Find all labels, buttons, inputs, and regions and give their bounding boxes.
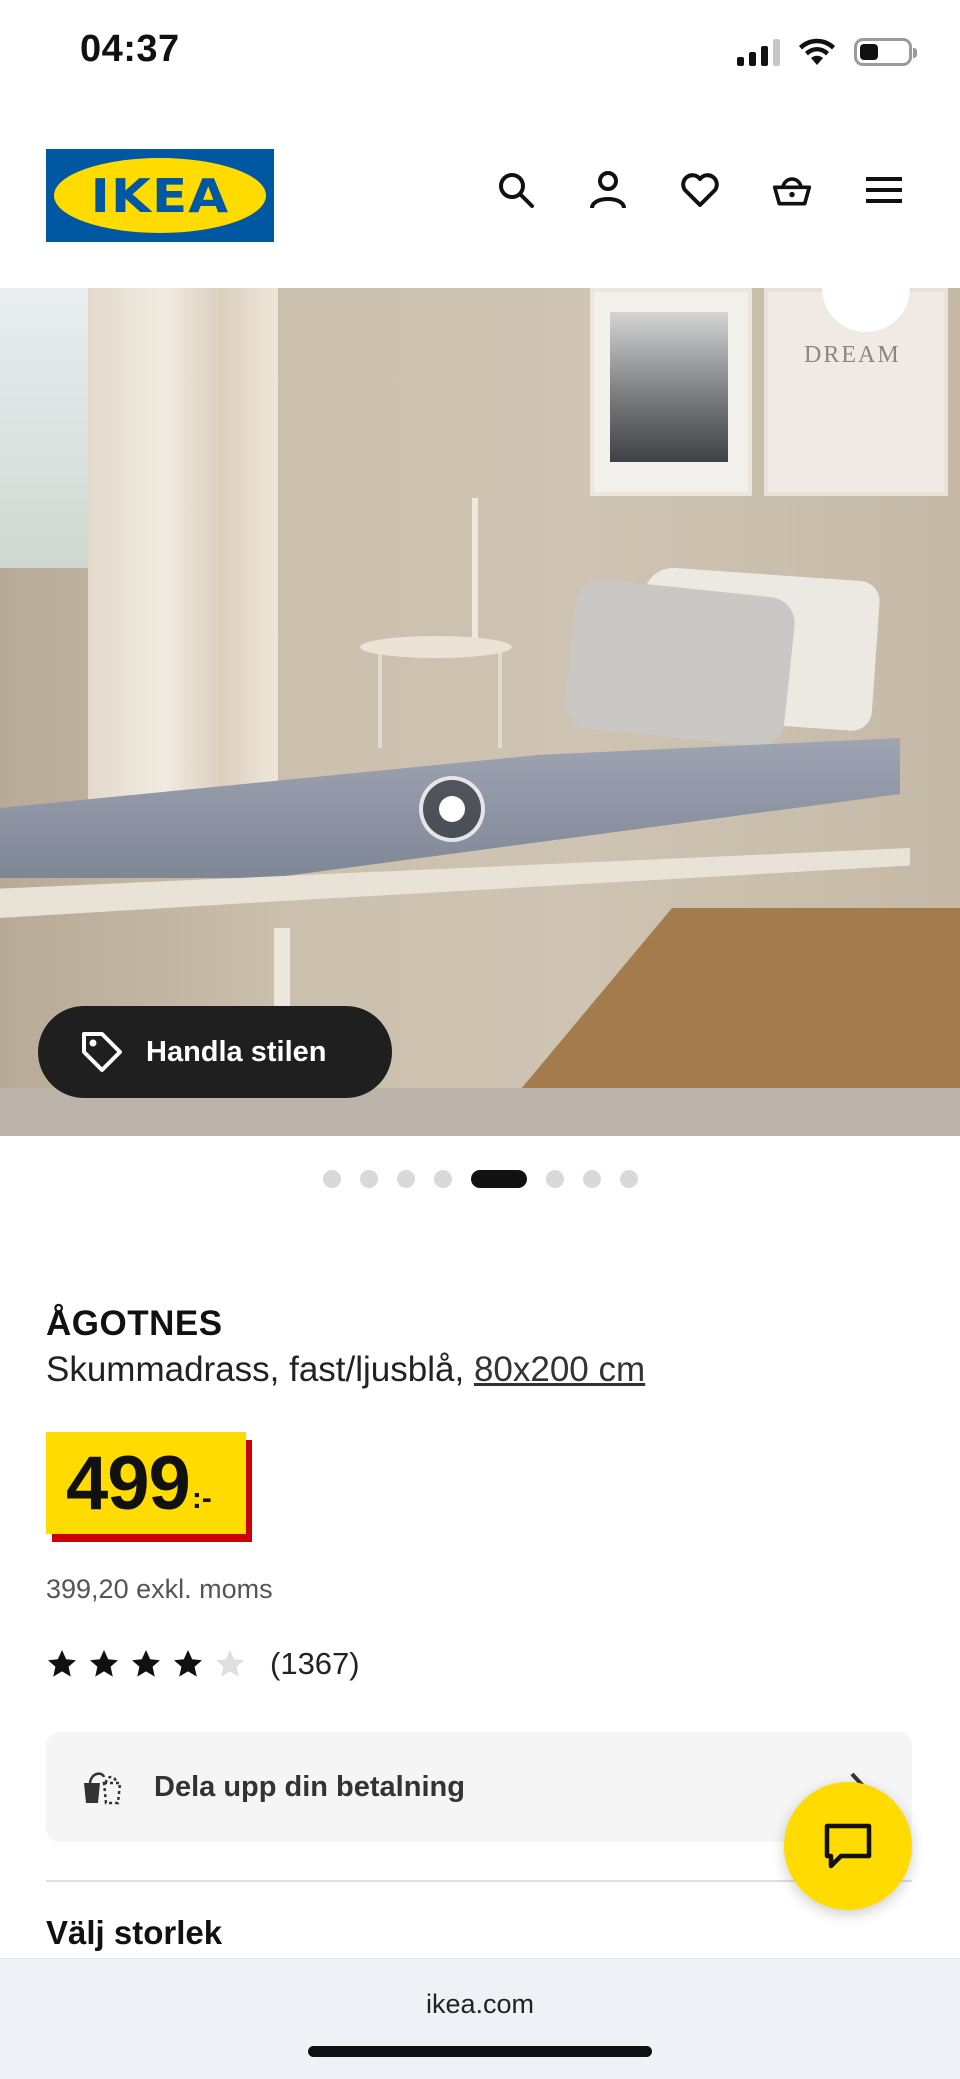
shop-the-look-button[interactable]: Handla stilen	[38, 1006, 392, 1098]
home-indicator[interactable]	[308, 2046, 652, 2057]
price-value: 499	[66, 1441, 191, 1526]
choose-size-heading: Välj storlek	[46, 1914, 223, 1951]
product-size-link[interactable]: 80x200 cm	[474, 1350, 645, 1389]
payment-split-icon	[84, 1772, 122, 1805]
carousel-dot[interactable]	[396, 1170, 415, 1188]
wall-picture-mountains	[590, 288, 752, 496]
price-excl-vat: 399,20 exkl. moms	[46, 1574, 273, 1604]
carousel-dot[interactable]	[433, 1170, 452, 1188]
star-filled-icon	[90, 1650, 118, 1677]
battery-icon	[854, 38, 917, 66]
logo-text: IKEA	[90, 168, 230, 223]
star-filled-icon	[132, 1650, 160, 1677]
star-filled-icon	[174, 1650, 202, 1677]
side-table-illustration	[360, 636, 512, 658]
carousel-indicator	[0, 1170, 960, 1188]
carousel-dot[interactable]	[359, 1170, 378, 1188]
status-time: 04:37	[80, 28, 180, 70]
basket-icon[interactable]	[772, 170, 812, 210]
carousel-dot-active[interactable]	[470, 1170, 527, 1188]
product-rating[interactable]: (1367)	[46, 1646, 360, 1682]
poster-text: DREAM	[804, 342, 901, 368]
cellular-signal-icon	[737, 38, 780, 66]
menu-icon[interactable]	[864, 170, 904, 210]
browser-url[interactable]: ikea.com	[0, 1989, 960, 2020]
status-bar: 04:37	[0, 0, 960, 100]
browser-address-bar[interactable]: ikea.com	[0, 1958, 960, 2079]
tag-icon	[82, 1032, 122, 1072]
heart-icon[interactable]	[680, 170, 720, 210]
split-payment-label: Dela upp din betalning	[154, 1770, 465, 1803]
ikea-logo[interactable]: IKEA	[46, 149, 274, 242]
header-actions	[496, 170, 904, 210]
product-hotspot[interactable]	[419, 776, 485, 842]
window-illustration	[0, 288, 100, 568]
search-icon[interactable]	[496, 170, 536, 210]
section-divider	[46, 1880, 912, 1882]
product-description: Skummadrass, fast/ljusblå, 80x200 cm	[46, 1350, 645, 1390]
rating-count: (1367)	[270, 1646, 360, 1681]
wifi-icon	[799, 38, 835, 65]
carousel-dot[interactable]	[619, 1170, 638, 1188]
site-header: IKEA	[0, 140, 960, 260]
price-tag: 499 :-	[46, 1432, 252, 1542]
chat-icon	[824, 1823, 872, 1869]
curtain-illustration	[88, 288, 278, 808]
status-icons	[737, 32, 917, 72]
star-empty-icon	[216, 1650, 244, 1677]
carousel-dot[interactable]	[322, 1170, 341, 1188]
product-name: ÅGOTNES	[46, 1304, 223, 1343]
price-currency: :-	[191, 1482, 212, 1515]
chat-button[interactable]	[784, 1782, 912, 1910]
pillow-illustration	[562, 576, 798, 750]
product-image[interactable]: DREAM Handla stilen	[0, 288, 960, 1136]
carousel-dot[interactable]	[582, 1170, 601, 1188]
carousel-dot[interactable]	[545, 1170, 564, 1188]
account-icon[interactable]	[588, 170, 628, 210]
star-filled-icon	[48, 1650, 76, 1677]
product-description-text: Skummadrass, fast/ljusblå,	[46, 1350, 474, 1389]
shop-the-look-label: Handla stilen	[146, 1035, 327, 1068]
split-payment-banner[interactable]: Dela upp din betalning	[46, 1732, 912, 1842]
